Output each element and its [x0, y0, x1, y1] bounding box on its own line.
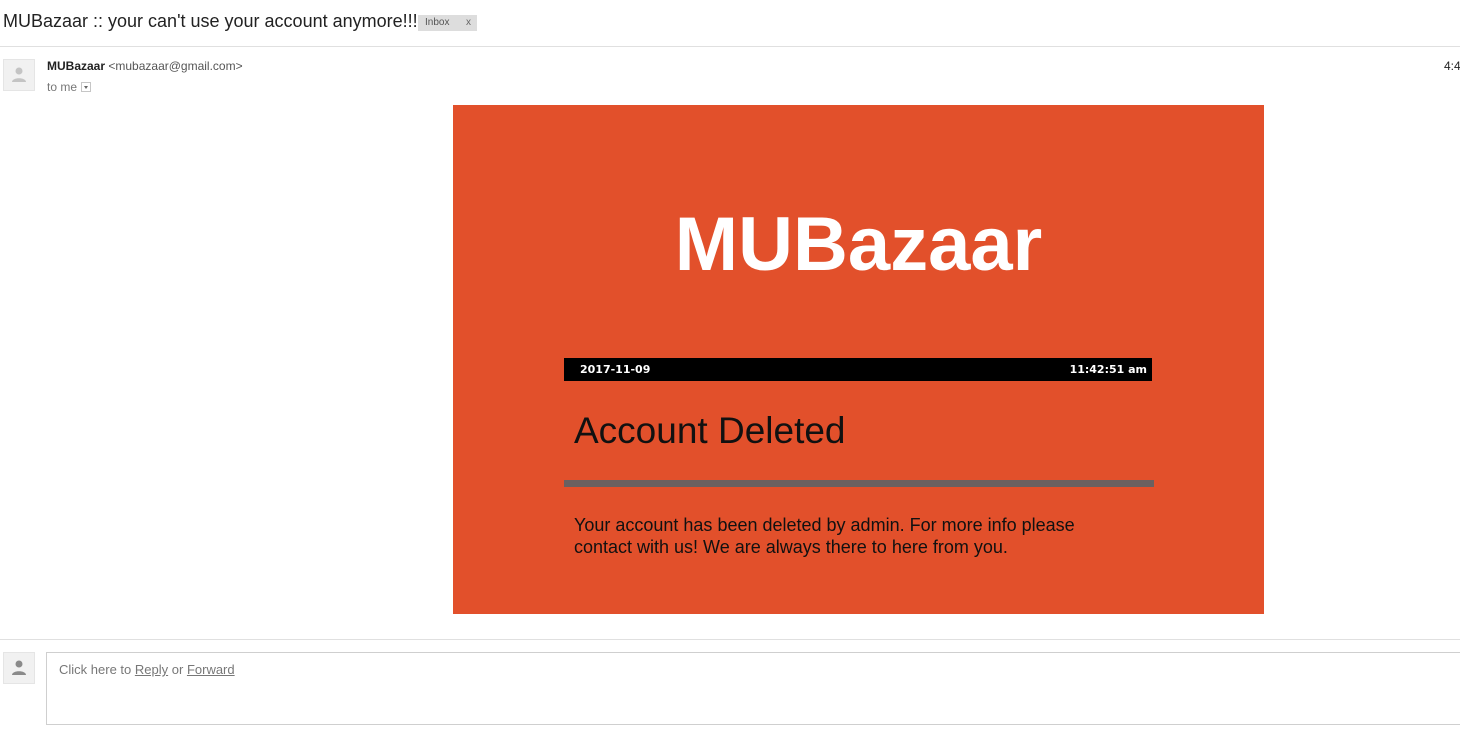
recipient-line: to me [47, 80, 92, 94]
forward-link[interactable]: Forward [187, 662, 235, 677]
reply-prompt: Click here to Reply or Forward [59, 662, 235, 677]
email-subject: MUBazaar :: your can't use your account … [3, 11, 418, 31]
recipient-label: to me [47, 80, 78, 94]
email-clock: 11:42:51 am [1069, 363, 1147, 376]
reply-prefix: Click here to [59, 662, 132, 677]
inbox-label-text: Inbox [425, 17, 450, 28]
email-date: 2017-11-09 [580, 363, 651, 376]
date-bar: 2017-11-09 11:42:51 am [564, 358, 1152, 381]
sender-avatar[interactable] [3, 59, 35, 91]
person-icon [12, 660, 26, 675]
remove-label-button[interactable]: x [466, 15, 471, 31]
reply-or: or [171, 662, 184, 677]
reply-link[interactable]: Reply [135, 662, 168, 677]
subject-bar: MUBazaar :: your can't use your account … [0, 0, 1460, 47]
details-dropdown-icon[interactable] [81, 81, 92, 92]
person-icon [12, 67, 26, 82]
heading-divider [564, 480, 1154, 487]
sender-email: <mubazaar@gmail.com> [108, 59, 243, 73]
reply-avatar [3, 652, 35, 684]
brand-logo-text: MUBazaar [674, 202, 1043, 287]
email-message: Your account has been deleted by admin. … [574, 515, 1075, 557]
reply-separator [0, 639, 1460, 640]
email-heading: Account Deleted [574, 410, 846, 451]
email-time: 4:4 [1444, 59, 1460, 73]
email-body-card: MUBazaar 2017-11-09 11:42:51 am Account … [453, 105, 1264, 614]
inbox-label[interactable]: Inbox x [418, 15, 477, 31]
sender-name[interactable]: MUBazaar [47, 59, 105, 73]
sender-line: MUBazaar <mubazaar@gmail.com> [47, 59, 243, 73]
reply-box[interactable]: Click here to Reply or Forward [46, 652, 1460, 725]
